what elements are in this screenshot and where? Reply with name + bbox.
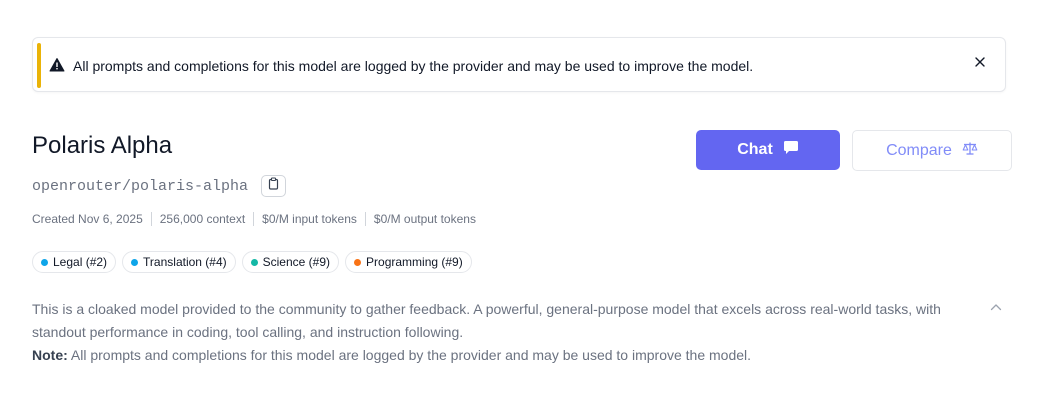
chip-label: Science (#9): [262, 255, 331, 269]
note-label: Note:: [32, 347, 68, 363]
category-dot-icon: [41, 258, 48, 266]
category-dot-icon: [250, 258, 258, 266]
note-text: All prompts and completions for this mod…: [67, 347, 752, 363]
collapse-description-button[interactable]: [986, 297, 1006, 317]
scale-icon: [962, 141, 978, 161]
context-length: 256,000 context: [159, 212, 246, 226]
category-dot-icon: [131, 258, 139, 266]
warning-banner: All prompts and completions for this mod…: [32, 37, 1006, 92]
chip-label: Programming (#9): [366, 255, 463, 269]
category-chip-legal[interactable]: Legal (#2): [32, 251, 117, 273]
output-price: $0/M output tokens: [373, 212, 476, 226]
banner-message: All prompts and completions for this mod…: [73, 58, 754, 74]
warning-triangle-icon: [49, 57, 65, 73]
chip-label: Translation (#4): [143, 255, 227, 269]
model-title: Polaris Alpha: [32, 132, 173, 159]
category-chip-programming[interactable]: Programming (#9): [345, 251, 472, 273]
model-meta-row: Created Nov 6, 2025 256,000 context $0/M…: [32, 211, 484, 227]
description-text: This is a cloaked model provided to the …: [32, 301, 941, 340]
created-date: Created Nov 6, 2025: [32, 212, 143, 226]
compare-button-label: Compare: [886, 141, 952, 159]
chevron-up-icon: [990, 298, 1002, 316]
category-dot-icon: [354, 258, 362, 266]
model-description: This is a cloaked model provided to the …: [32, 298, 972, 367]
category-chip-science[interactable]: Science (#9): [241, 251, 340, 273]
category-chips: Legal (#2) Translation (#4) Science (#9)…: [32, 251, 472, 273]
chat-button-label: Chat: [737, 141, 773, 158]
clipboard-icon: [268, 177, 279, 195]
copy-slug-button[interactable]: [261, 175, 286, 197]
input-price: $0/M input tokens: [262, 212, 357, 226]
category-chip-translation[interactable]: Translation (#4): [122, 251, 236, 273]
banner-accent-bar: [37, 43, 41, 88]
model-slug: openrouter/polaris-alpha: [32, 178, 249, 195]
chip-label: Legal (#2): [53, 255, 108, 269]
chat-button[interactable]: Chat: [696, 130, 840, 170]
banner-close-button[interactable]: [969, 53, 991, 75]
chat-bubble-icon: [783, 140, 799, 160]
close-icon: [974, 55, 986, 73]
compare-button[interactable]: Compare: [852, 130, 1012, 171]
